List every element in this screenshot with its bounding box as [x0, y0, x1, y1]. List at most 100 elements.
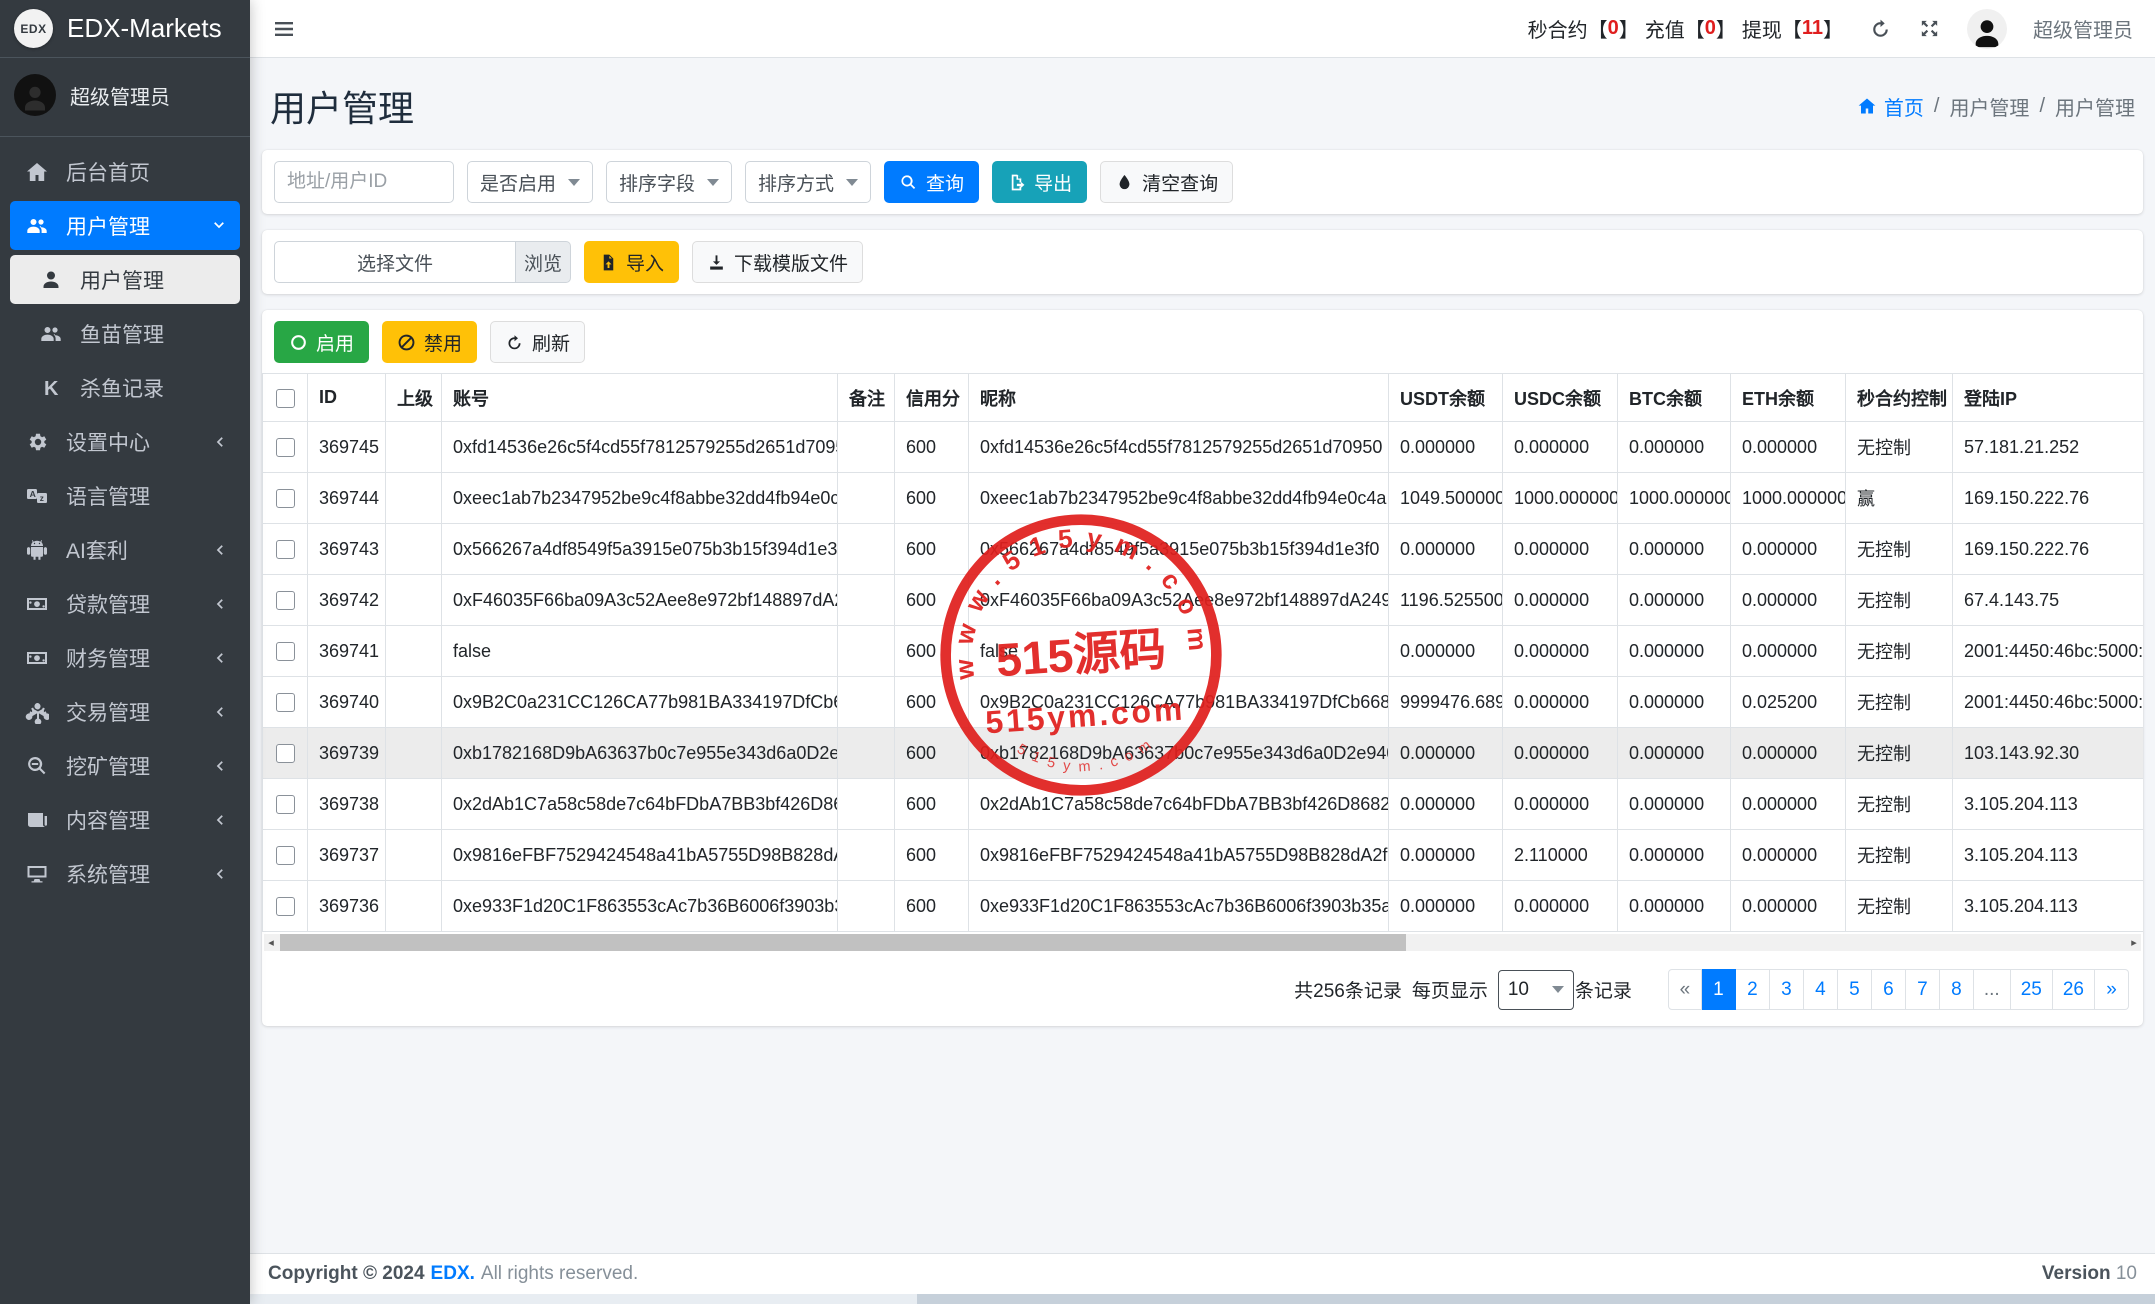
row-checkbox[interactable]	[275, 795, 295, 815]
cell-remark	[837, 574, 895, 626]
desktop-icon	[22, 862, 52, 886]
sidebar-item-label: 设置中心	[66, 431, 150, 455]
sidebar-item-label: 后台首页	[66, 161, 150, 185]
row-checkbox[interactable]	[275, 846, 295, 866]
refresh-icon[interactable]	[1869, 17, 1892, 40]
enable-button[interactable]: 启用	[274, 321, 370, 363]
refresh-button[interactable]: 刷新	[490, 321, 586, 363]
page-button-8[interactable]: 8	[1939, 969, 1974, 1010]
row-checkbox[interactable]	[275, 438, 295, 458]
navbar-stats[interactable]: 秒合约【0】 充值【0】 提现【11】	[1528, 14, 1843, 43]
select-all-checkbox[interactable]	[275, 388, 295, 408]
page-button-3[interactable]: 3	[1769, 969, 1804, 1010]
cell-remark	[837, 727, 895, 779]
row-checkbox[interactable]	[275, 540, 295, 560]
page-button-»[interactable]: »	[2095, 969, 2129, 1010]
sidebar-item-内容管理[interactable]: 内容管理	[10, 795, 240, 844]
cell-btc: 0.000000	[1617, 625, 1731, 677]
clear-query-button[interactable]: 清空查询	[1100, 161, 1234, 203]
users-table: ID 上级 账号 备注 信用分 昵称 USDT余额 USDC余额 BTC余额 E…	[262, 373, 2143, 932]
page-button-7[interactable]: 7	[1905, 969, 1940, 1010]
browse-button[interactable]: 浏览	[516, 241, 571, 283]
page-button-5[interactable]: 5	[1837, 969, 1872, 1010]
sidebar-item-AI套利[interactable]: AI套利	[10, 525, 240, 574]
cell-credit: 600	[894, 829, 969, 881]
stat-value: 11	[1801, 17, 1823, 39]
fullscreen-icon[interactable]	[1918, 17, 1941, 40]
cell-usdc: 1000.000000	[1502, 472, 1618, 524]
header-usdc: USDC余额	[1502, 373, 1618, 422]
stat-label: 充值	[1644, 20, 1685, 42]
sort-order-select[interactable]: 排序方式	[745, 161, 872, 203]
page-horizontal-scrollbar[interactable]	[250, 1294, 2155, 1304]
cell-account: 0xeec1ab7b2347952be9c4f8abbe32dd4fb94e0c…	[441, 472, 838, 524]
sidebar-item-财务管理[interactable]: 财务管理	[10, 633, 240, 682]
sidebar-subitem-用户管理[interactable]: 用户管理	[10, 255, 240, 304]
cell-usdt: 0.000000	[1388, 727, 1503, 779]
cell-ip: 67.4.143.75	[1952, 574, 2143, 626]
sidebar-subitem-鱼苗管理[interactable]: 鱼苗管理	[10, 309, 240, 358]
cell-nick: 0x2dAb1C7a58c58de7c64bFDbA7BB3bf426D8682…	[968, 778, 1389, 830]
footer-brand-link[interactable]: EDX.	[431, 1263, 475, 1285]
sidebar-item-系统管理[interactable]: 系统管理	[10, 849, 240, 898]
page-button-4[interactable]: 4	[1803, 969, 1838, 1010]
scrollbar-thumb[interactable]	[916, 1294, 2155, 1304]
sidebar-toggle-icon[interactable]	[272, 17, 296, 41]
cell-nick: 0x9B2C0a231CC126CA77b981BA334197DfCb668c…	[968, 676, 1389, 728]
disable-button[interactable]: 禁用	[382, 321, 478, 363]
sidebar-item-后台首页[interactable]: 后台首页	[10, 147, 240, 196]
sidebar-item-用户管理[interactable]: 用户管理	[10, 201, 240, 250]
cell-account: false	[441, 625, 838, 677]
enabled-select[interactable]: 是否启用	[467, 161, 594, 203]
filter-card: 是否启用 排序字段 排序方式 查询 导出 清空查询	[262, 150, 2143, 214]
sidebar-item-贷款管理[interactable]: 贷款管理	[10, 579, 240, 628]
table-row: 369738 0x2dAb1C7a58c58de7c64bFDbA7BB3bf42…	[262, 778, 2143, 830]
cell-btc: 0.000000	[1617, 880, 1731, 932]
sidebar-subitem-杀鱼记录[interactable]: K 杀鱼记录	[10, 363, 240, 412]
cell-usdt: 1049.500000	[1388, 472, 1503, 524]
brand[interactable]: EDX EDX-Markets	[0, 0, 250, 58]
file-input[interactable]: 选择文件	[274, 241, 516, 283]
page-button-1[interactable]: 1	[1701, 969, 1736, 1010]
sort-field-select[interactable]: 排序字段	[606, 161, 733, 203]
sidebar-item-语言管理[interactable]: Az 语言管理	[10, 471, 240, 520]
cell-usdc: 0.000000	[1502, 574, 1618, 626]
per-page-select[interactable]: 10	[1497, 969, 1574, 1010]
page-button-6[interactable]: 6	[1871, 969, 1906, 1010]
row-checkbox[interactable]	[275, 642, 295, 662]
row-checkbox[interactable]	[275, 693, 295, 713]
breadcrumb-home[interactable]: 首页	[1857, 92, 1924, 121]
cell-ip: 57.181.21.252	[1952, 421, 2143, 473]
sidebar-item-设置中心[interactable]: 设置中心	[10, 417, 240, 466]
sidebar-item-交易管理[interactable]: 交易管理	[10, 687, 240, 736]
scrollbar-thumb[interactable]	[280, 934, 1407, 951]
import-button[interactable]: 导入	[584, 241, 680, 283]
scroll-left-arrow[interactable]: ◂	[264, 936, 278, 949]
page-button-26[interactable]: 26	[2052, 969, 2095, 1010]
cell-account: 0x9816eFBF7529424548a41bA5755D98B828dA2f…	[441, 829, 838, 881]
table-horizontal-scrollbar[interactable]: ◂ ▸	[264, 934, 2141, 951]
navbar-avatar[interactable]	[1967, 8, 2007, 49]
cell-usdc: 0.000000	[1502, 727, 1618, 779]
cell-account: 0xb1782168D9bA63637b0c7e955e343d6a0D2e94…	[441, 727, 838, 779]
navbar-user-name[interactable]: 超级管理员	[2033, 14, 2133, 43]
cell-remark	[837, 676, 895, 728]
cell-usdc: 0.000000	[1502, 880, 1618, 932]
cell-checkbox	[262, 523, 308, 575]
row-checkbox[interactable]	[275, 591, 295, 611]
download-template-button[interactable]: 下载模版文件	[692, 241, 864, 283]
export-button[interactable]: 导出	[992, 161, 1088, 203]
sidebar-item-挖矿管理[interactable]: 挖矿管理	[10, 741, 240, 790]
scroll-right-arrow[interactable]: ▸	[2127, 936, 2141, 949]
row-checkbox[interactable]	[275, 744, 295, 764]
row-checkbox[interactable]	[275, 897, 295, 917]
row-checkbox[interactable]	[275, 489, 295, 509]
chevron-down-icon	[210, 217, 228, 235]
search-input[interactable]	[274, 161, 454, 203]
query-button[interactable]: 查询	[884, 161, 980, 203]
cell-credit: 600	[894, 625, 969, 677]
main-area: 秒合约【0】 充值【0】 提现【11】 超级管理员 用户管理 首页 / 用户管理…	[250, 0, 2155, 1304]
cell-control: 无控制	[1845, 829, 1953, 881]
page-button-25[interactable]: 25	[2010, 969, 2053, 1010]
page-button-2[interactable]: 2	[1735, 969, 1770, 1010]
